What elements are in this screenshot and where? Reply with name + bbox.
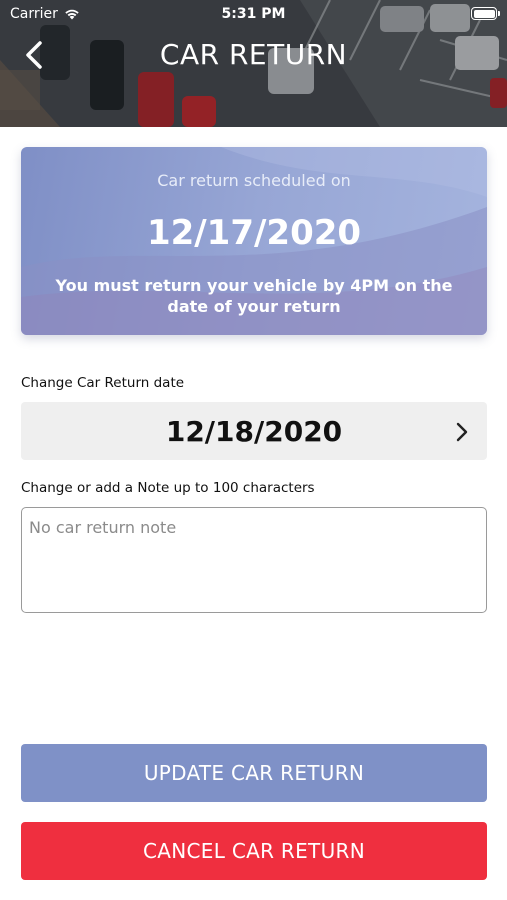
header: Carrier 5:31 PM CAR RETURN: [0, 0, 507, 127]
chevron-right-icon: [456, 422, 468, 442]
scheduled-date: 12/17/2020: [146, 213, 362, 253]
schedule-card: Car return scheduled on 12/17/2020 You m…: [21, 147, 487, 335]
schedule-caption: Car return scheduled on: [157, 171, 351, 190]
page-title: CAR RETURN: [159, 38, 348, 71]
return-date-picker[interactable]: 12/18/2020: [21, 402, 487, 460]
return-notice: You must return your vehicle by 4PM on t…: [55, 276, 453, 316]
return-date-value: 12/18/2020: [165, 415, 343, 448]
return-note-input[interactable]: [21, 507, 487, 613]
cancel-car-return-button[interactable]: CANCEL CAR RETURN: [21, 822, 487, 880]
status-bar: Carrier 5:31 PM: [0, 0, 507, 28]
change-date-label: Change Car Return date: [21, 375, 185, 391]
note-label: Change or add a Note up to 100 character…: [21, 480, 315, 496]
update-car-return-button[interactable]: UPDATE CAR RETURN: [21, 744, 487, 802]
clock: 5:31 PM: [221, 6, 286, 22]
battery-icon: [471, 7, 500, 20]
